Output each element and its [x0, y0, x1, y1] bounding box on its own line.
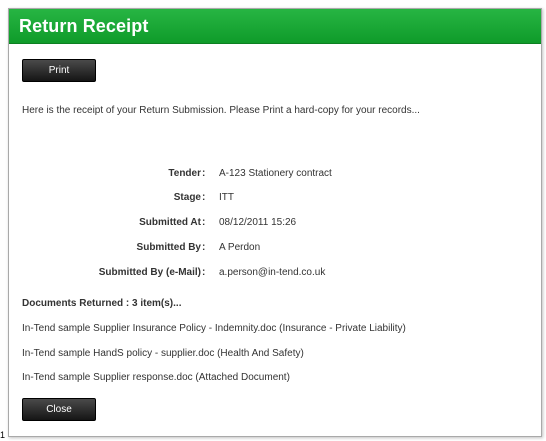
intro-text: Here is the receipt of your Return Submi…: [22, 105, 420, 116]
submitted-by-value: A Perdon: [219, 242, 261, 253]
submitted-at-separator: :: [202, 217, 206, 228]
documents-returned-header: Documents Returned : 3 item(s)...: [22, 298, 182, 309]
return-receipt-window: Return Receipt Print Here is the receipt…: [8, 8, 542, 437]
tender-value: A-123 Stationery contract: [219, 168, 332, 179]
stage-label: Stage: [173, 192, 201, 203]
corner-mark: 1: [0, 430, 6, 440]
submitted-by-email-value: a.person@in-tend.co.uk: [219, 267, 326, 278]
document-item: In-Tend sample HandS policy - supplier.d…: [22, 348, 304, 359]
tender-separator: :: [202, 168, 206, 179]
window-title: Return Receipt: [19, 16, 149, 36]
submitted-by-label: Submitted By: [136, 242, 201, 253]
close-button[interactable]: Close: [22, 398, 96, 421]
print-button[interactable]: Print: [22, 59, 96, 82]
submitted-by-email-separator: :: [202, 267, 206, 278]
stage-separator: :: [202, 192, 206, 203]
window-titlebar: Return Receipt: [9, 9, 541, 44]
submitted-by-email-label: Submitted By (e-Mail): [98, 267, 201, 278]
stage-value: ITT: [219, 192, 234, 203]
tender-label: Tender: [168, 168, 201, 179]
submitted-at-value: 08/12/2011 15:26: [219, 217, 297, 228]
document-item: In-Tend sample Supplier Insurance Policy…: [22, 323, 406, 334]
submitted-by-separator: :: [202, 242, 206, 253]
submitted-at-label: Submitted At: [139, 217, 201, 228]
document-item: In-Tend sample Supplier response.doc (At…: [22, 372, 290, 383]
